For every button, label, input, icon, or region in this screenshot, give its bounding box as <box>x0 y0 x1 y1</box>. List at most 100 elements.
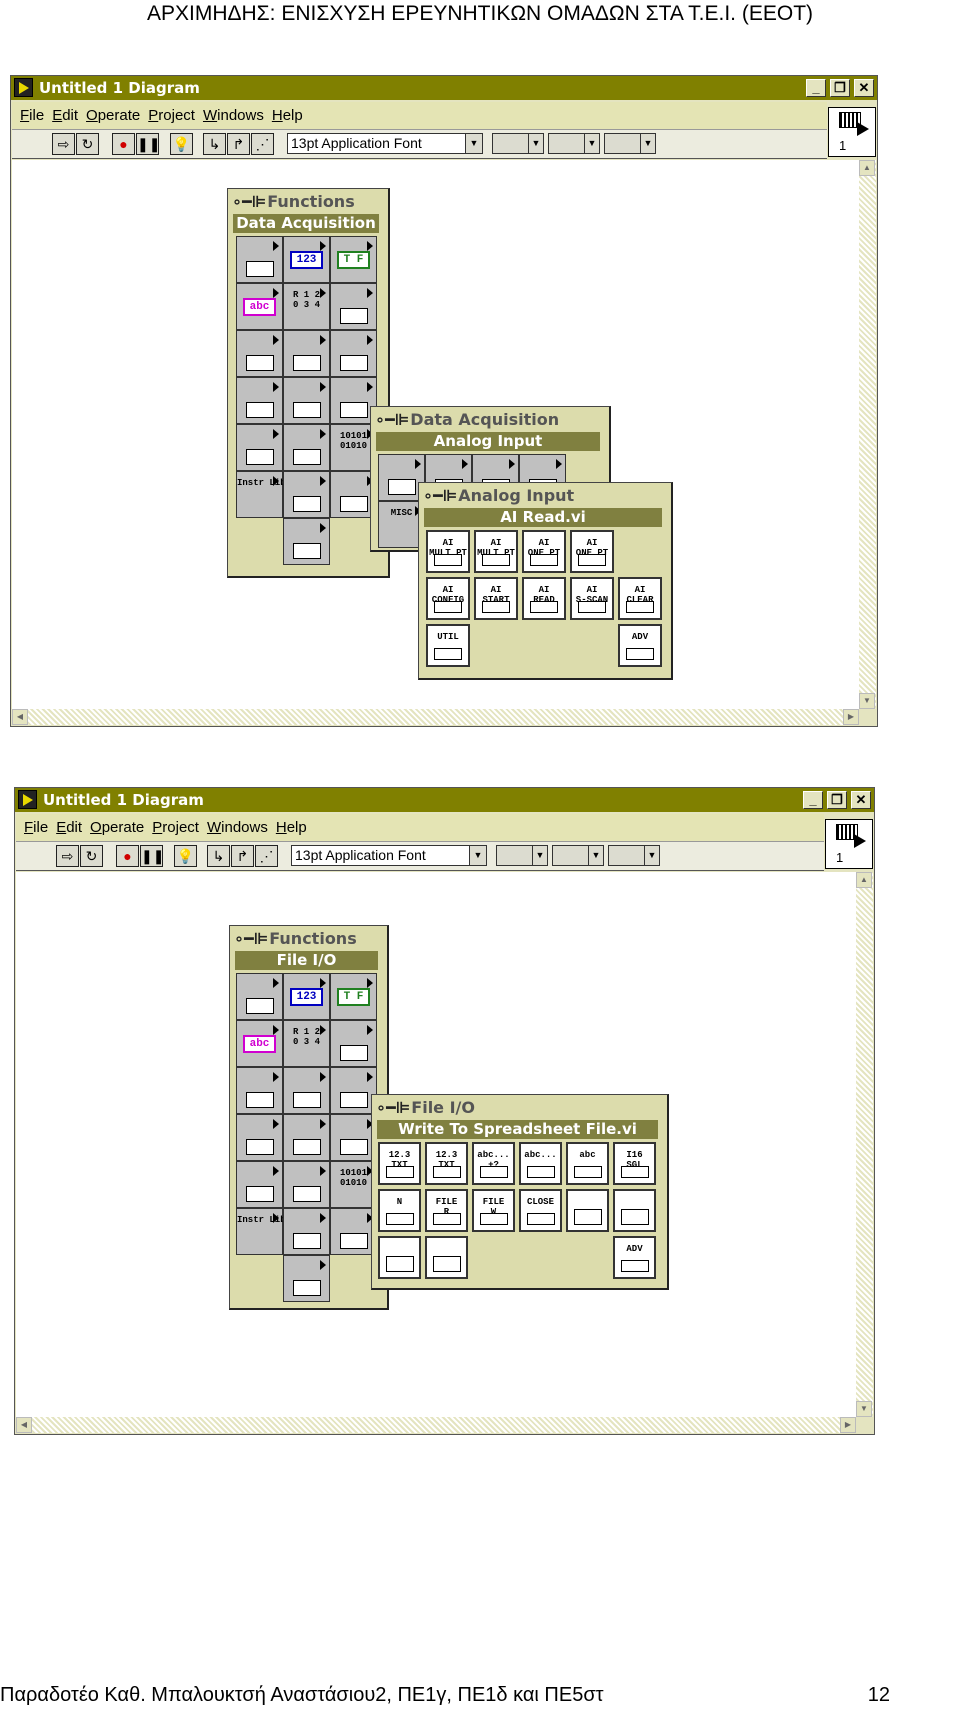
boolean-palette-item[interactable]: T F <box>330 973 377 1020</box>
instrument-io-palette-item[interactable] <box>283 1114 330 1161</box>
font-select[interactable]: 13pt Application Font ▼ <box>287 133 483 154</box>
run-arrow-button[interactable]: ⇨ <box>56 845 79 867</box>
menu-edit[interactable]: Edit <box>56 814 82 841</box>
ai-util-palette-item[interactable]: UTIL <box>426 624 470 667</box>
advanced-palette-item[interactable]: 10101 01010 <box>330 1161 377 1208</box>
horizontal-scrollbar[interactable]: ◀ ▶ <box>16 1417 856 1433</box>
step-into-button[interactable]: ↳ <box>207 845 230 867</box>
menu-help[interactable]: Help <box>272 102 303 129</box>
align-objects-ring[interactable]: ▼ <box>496 845 548 866</box>
labview-app-icon[interactable] <box>14 78 33 97</box>
pushpin-icon[interactable]: ∘━⊫ <box>232 192 266 211</box>
menu-windows[interactable]: Windows <box>207 814 268 841</box>
write-spreadsheet-palette-item[interactable]: 12.3 TXT <box>378 1142 421 1185</box>
read-lines-palette-item[interactable]: abc <box>566 1142 609 1185</box>
scroll-right-button[interactable]: ▶ <box>843 709 859 725</box>
step-into-button[interactable]: ↳ <box>203 133 226 155</box>
ai-one-pt-palette-item[interactable]: AI ONE PT <box>522 530 566 573</box>
read-characters-palette-item[interactable]: abc... <box>519 1142 562 1185</box>
scroll-right-button[interactable]: ▶ <box>840 1417 856 1433</box>
read-spreadsheet-palette-item[interactable]: 12.3 TXT <box>425 1142 468 1185</box>
cluster-palette-item[interactable] <box>330 283 377 330</box>
analysis-palette-item[interactable] <box>236 424 283 471</box>
tutorial-palette-item[interactable] <box>283 424 330 471</box>
string-palette-item[interactable]: abc <box>236 1020 283 1067</box>
open-create-replace-palette-item[interactable]: N <box>378 1189 421 1232</box>
array-cluster-palette-item[interactable]: R 1 2 0 3 4 <box>283 1020 330 1067</box>
file-io-palette-item[interactable] <box>330 330 377 377</box>
ai-config-palette-item[interactable]: AI CONFIG <box>426 577 470 620</box>
step-over-button[interactable]: ↱ <box>227 133 250 155</box>
file-advanced-palette-item[interactable]: ADV <box>613 1236 656 1279</box>
cluster-palette-item[interactable] <box>330 1020 377 1067</box>
menu-operate[interactable]: Operate <box>90 814 144 841</box>
scroll-down-button[interactable]: ▼ <box>856 1401 872 1417</box>
close-file-palette-item[interactable]: CLOSE <box>519 1189 562 1232</box>
comparison-palette-item[interactable] <box>236 330 283 377</box>
chevron-down-icon[interactable]: ▼ <box>469 846 486 865</box>
boolean-palette-item[interactable]: T F <box>330 236 377 283</box>
ai-read-palette-item[interactable]: AI READ <box>522 577 566 620</box>
menu-edit[interactable]: Edit <box>52 102 78 129</box>
select-vi-palette-item[interactable] <box>330 1208 377 1255</box>
menu-project[interactable]: Project <box>148 102 195 129</box>
read-file-palette-item[interactable]: FILE R <box>425 1189 468 1232</box>
string-palette-item[interactable]: abc <box>236 283 283 330</box>
file-constants-palette-item[interactable] <box>378 1236 421 1279</box>
menu-file[interactable]: File <box>20 102 44 129</box>
horizontal-scrollbar[interactable]: ◀ ▶ <box>12 709 859 725</box>
comparison-palette-item[interactable] <box>236 1067 283 1114</box>
data-acquisition-palette-item[interactable] <box>330 1114 377 1161</box>
minimize-button[interactable]: _ <box>806 79 826 97</box>
file-io-palette-item[interactable] <box>330 1067 377 1114</box>
build-path-palette-item[interactable] <box>566 1189 609 1232</box>
instrument-library-palette-item[interactable]: Instr Lib <box>236 471 286 518</box>
abort-button[interactable]: ● <box>112 133 135 155</box>
abort-button[interactable]: ● <box>116 845 139 867</box>
ai-one-pt-palette-item[interactable]: AI ONE PT <box>570 530 614 573</box>
ai-start-palette-item[interactable]: AI START <box>474 577 518 620</box>
step-out-button[interactable]: ⋰ <box>255 845 278 867</box>
strip-path-palette-item[interactable] <box>613 1189 656 1232</box>
align-objects-ring[interactable]: ▼ <box>492 133 544 154</box>
pushpin-icon[interactable]: ∘━⊫ <box>423 486 457 505</box>
restore-button[interactable]: ❐ <box>830 79 850 97</box>
user-libraries-palette-item[interactable] <box>283 1208 330 1255</box>
scroll-left-button[interactable]: ◀ <box>16 1417 32 1433</box>
step-out-button[interactable]: ⋰ <box>251 133 274 155</box>
labview-app-icon[interactable] <box>18 790 37 809</box>
run-continuously-button[interactable]: ↻ <box>76 133 99 155</box>
pause-button[interactable]: ❚❚ <box>140 845 164 867</box>
analysis-palette-item[interactable] <box>236 1161 283 1208</box>
scroll-left-button[interactable]: ◀ <box>12 709 28 725</box>
write-characters-palette-item[interactable]: abc... +? <box>472 1142 515 1185</box>
ai-mult-pt-palette-item[interactable]: AI MULT PT <box>426 530 470 573</box>
ai-clear-palette-item[interactable]: AI CLEAR <box>618 577 662 620</box>
pushpin-icon[interactable]: ∘━⊫ <box>234 929 268 948</box>
select-vi-bottom-palette-item[interactable] <box>283 518 330 565</box>
select-vi-bottom-palette-item[interactable] <box>283 1255 330 1302</box>
communication-palette-item[interactable] <box>236 1114 283 1161</box>
numeric-palette-item[interactable]: 123 <box>283 973 330 1020</box>
user-libraries-palette-item[interactable] <box>283 471 330 518</box>
tutorial-palette-item[interactable] <box>283 1161 330 1208</box>
highlight-execution-button[interactable]: 💡 <box>170 133 193 155</box>
ai-s-scan-palette-item[interactable]: AI S-SCAN <box>570 577 614 620</box>
highlight-execution-button[interactable]: 💡 <box>174 845 197 867</box>
vi-connector-icon[interactable]: 1 <box>825 819 873 869</box>
restore-button[interactable]: ❐ <box>827 791 847 809</box>
run-arrow-button[interactable]: ⇨ <box>52 133 75 155</box>
config-file-palette-item[interactable] <box>425 1236 468 1279</box>
close-button[interactable]: ✕ <box>854 79 874 97</box>
time-dialog-palette-item[interactable] <box>283 330 330 377</box>
minimize-button[interactable]: _ <box>803 791 823 809</box>
vi-connector-icon[interactable]: 1 <box>828 107 876 157</box>
title-bar[interactable]: Untitled 1 Diagram _ ❐ ✕ <box>11 76 877 100</box>
structures-palette-item[interactable] <box>236 236 283 283</box>
distribute-objects-ring[interactable]: ▼ <box>552 845 604 866</box>
distribute-objects-ring[interactable]: ▼ <box>548 133 600 154</box>
binary-file-palette-item[interactable]: I16 SGL <box>613 1142 656 1185</box>
pushpin-icon[interactable]: ∘━⊫ <box>375 410 409 429</box>
structures-palette-item[interactable] <box>236 973 283 1020</box>
ai-mult-pt-palette-item[interactable]: AI MULT PT <box>474 530 518 573</box>
